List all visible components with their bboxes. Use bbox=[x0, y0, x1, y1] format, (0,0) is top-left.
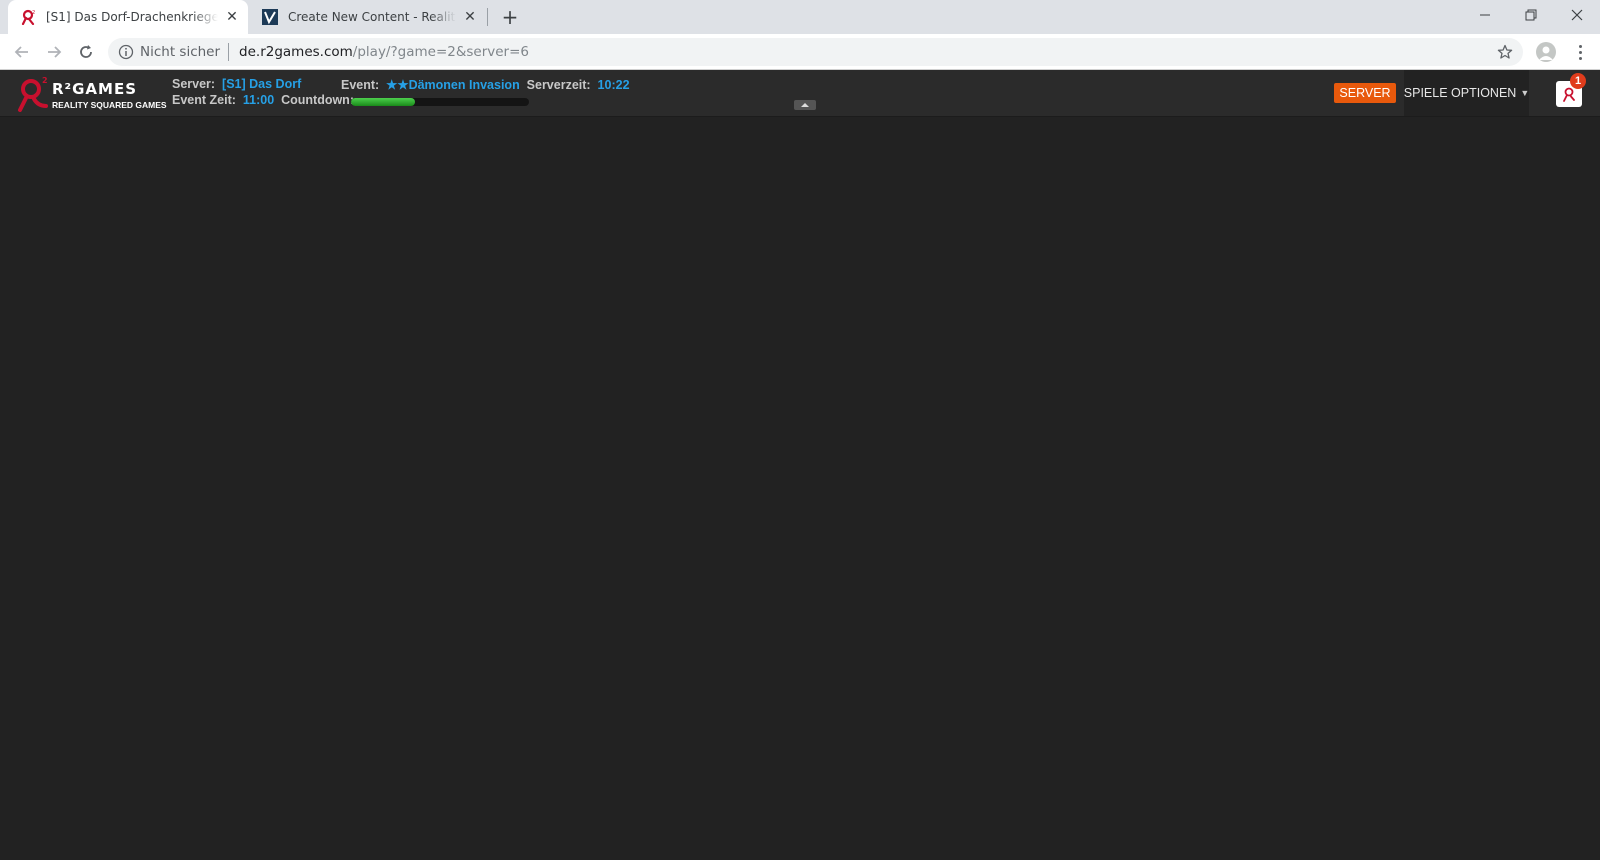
address-bar[interactable]: Nicht sicher de.r2games.com /play/?game=… bbox=[108, 38, 1523, 66]
countdown-label: Countdown: bbox=[281, 93, 354, 107]
countdown-progress-bar bbox=[351, 98, 529, 106]
browser-tab-strip: 2 [S1] Das Dorf-Drachenkrieger(de.r2game… bbox=[0, 0, 1600, 34]
close-icon[interactable]: ✕ bbox=[462, 9, 478, 25]
serverzeit-value: 10:22 bbox=[597, 78, 630, 92]
tab-create-content[interactable]: Create New Content - Reality Squared Gam… bbox=[250, 0, 486, 34]
game-header: 2 R²GAMES REALITY SQUARED GAMES Server: … bbox=[0, 70, 1600, 117]
logo-word: R²GAMES bbox=[52, 80, 138, 98]
chevron-up-icon bbox=[801, 103, 809, 107]
game-canvas[interactable] bbox=[0, 117, 1600, 860]
server-info: Server: [S1] Das Dorf bbox=[172, 77, 301, 91]
minimize-icon[interactable] bbox=[1462, 0, 1508, 30]
countdown-progress-fill bbox=[351, 98, 416, 106]
collapse-header-button[interactable] bbox=[794, 100, 816, 110]
server-button[interactable]: SERVER bbox=[1334, 83, 1396, 103]
url-separator bbox=[228, 43, 230, 61]
server-label: Server: bbox=[172, 77, 216, 91]
event-zeit-value: 11:00 bbox=[242, 93, 275, 107]
forward-icon[interactable] bbox=[40, 38, 68, 66]
browser-toolbar: Nicht sicher de.r2games.com /play/?game=… bbox=[0, 34, 1600, 70]
game-options-button[interactable]: SPIELE OPTIONEN ▼ bbox=[1404, 70, 1529, 116]
tab-game[interactable]: 2 [S1] Das Dorf-Drachenkrieger(de.r2game… bbox=[8, 0, 248, 34]
event-label: Event: bbox=[341, 78, 380, 92]
svg-text:2: 2 bbox=[42, 76, 48, 85]
profile-icon[interactable] bbox=[1536, 42, 1556, 62]
svg-text:2: 2 bbox=[32, 10, 35, 16]
url-host: de.r2games.com bbox=[239, 44, 353, 60]
close-icon[interactable]: ✕ bbox=[224, 9, 240, 25]
tab-separator bbox=[487, 8, 488, 26]
new-tab-icon[interactable]: + bbox=[498, 5, 522, 29]
serverzeit-label: Serverzeit: bbox=[526, 78, 591, 92]
event-zeit-label: Event Zeit: bbox=[172, 93, 236, 107]
tab-title: [S1] Das Dorf-Drachenkrieger(de.r2games.… bbox=[46, 10, 218, 24]
r2-site-icon bbox=[262, 9, 278, 25]
notification-badge: 1 bbox=[1570, 73, 1586, 89]
r2games-logo[interactable]: 2 R²GAMES REALITY SQUARED GAMES bbox=[16, 74, 167, 114]
r2games-logo-icon: 2 bbox=[20, 9, 36, 25]
back-icon[interactable] bbox=[8, 38, 36, 66]
game-options-label: SPIELE OPTIONEN bbox=[1403, 86, 1517, 100]
r2-logo-icon: 2 bbox=[18, 76, 48, 112]
server-value[interactable]: [S1] Das Dorf bbox=[222, 77, 301, 91]
restore-icon[interactable] bbox=[1508, 0, 1554, 30]
menu-icon[interactable] bbox=[1570, 42, 1590, 62]
star-icon[interactable] bbox=[1497, 44, 1513, 60]
event-time-info: Event Zeit: 11:00 Countdown: bbox=[172, 93, 354, 107]
event-info: Event: ★★Dämonen Invasion Serverzeit: 10… bbox=[341, 77, 630, 92]
caret-down-icon: ▼ bbox=[1520, 88, 1530, 98]
info-icon[interactable] bbox=[118, 44, 134, 60]
tab-title: Create New Content - Reality Squared Gam… bbox=[288, 10, 456, 24]
logo-subtext: REALITY SQUARED GAMES bbox=[52, 100, 167, 110]
event-value[interactable]: ★★Dämonen Invasion bbox=[386, 78, 520, 92]
reload-icon[interactable] bbox=[72, 38, 100, 66]
window-close-icon[interactable] bbox=[1554, 0, 1600, 30]
not-secure-label[interactable]: Nicht sicher bbox=[140, 44, 220, 60]
url-path: /play/?game=2&server=6 bbox=[352, 44, 530, 60]
